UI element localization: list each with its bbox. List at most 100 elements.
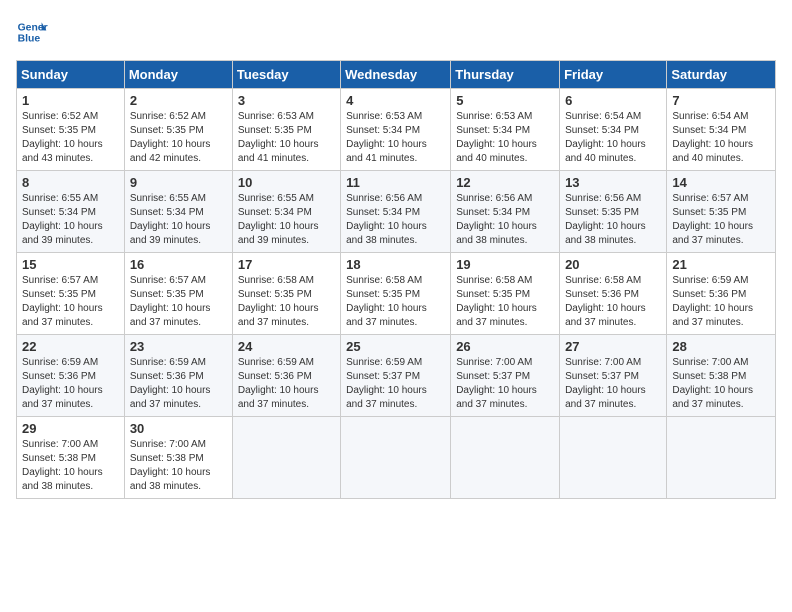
week-row-2: 8 Sunrise: 6:55 AMSunset: 5:34 PMDaylight… [17, 171, 776, 253]
calendar-cell: 29 Sunrise: 7:00 AMSunset: 5:38 PMDayligh… [17, 417, 125, 499]
week-row-3: 15 Sunrise: 6:57 AMSunset: 5:35 PMDayligh… [17, 253, 776, 335]
calendar-cell [232, 417, 340, 499]
page-header: General Blue [16, 16, 776, 48]
day-number: 22 [22, 339, 119, 354]
day-info: Sunrise: 6:54 AMSunset: 5:34 PMDaylight:… [565, 110, 661, 166]
day-info: Sunrise: 6:58 AMSunset: 5:35 PMDaylight:… [456, 274, 554, 330]
day-info: Sunrise: 6:59 AMSunset: 5:36 PMDaylight:… [22, 356, 119, 412]
day-number: 27 [565, 339, 661, 354]
day-number: 20 [565, 257, 661, 272]
header-wednesday: Wednesday [341, 61, 451, 89]
day-info: Sunrise: 6:55 AMSunset: 5:34 PMDaylight:… [22, 192, 119, 248]
calendar-cell: 6 Sunrise: 6:54 AMSunset: 5:34 PMDaylight… [560, 89, 667, 171]
calendar-cell: 21 Sunrise: 6:59 AMSunset: 5:36 PMDayligh… [667, 253, 776, 335]
calendar-cell [341, 417, 451, 499]
calendar-cell: 16 Sunrise: 6:57 AMSunset: 5:35 PMDayligh… [124, 253, 232, 335]
day-info: Sunrise: 6:53 AMSunset: 5:34 PMDaylight:… [346, 110, 445, 166]
day-number: 23 [130, 339, 227, 354]
day-info: Sunrise: 6:57 AMSunset: 5:35 PMDaylight:… [672, 192, 770, 248]
day-info: Sunrise: 6:56 AMSunset: 5:34 PMDaylight:… [346, 192, 445, 248]
calendar-cell: 26Sunrise: 7:00 AMSunset: 5:37 PMDayligh… [451, 335, 560, 417]
day-info: Sunrise: 6:54 AMSunset: 5:34 PMDaylight:… [672, 110, 770, 166]
calendar-cell: 12Sunrise: 6:56 AMSunset: 5:34 PMDayligh… [451, 171, 560, 253]
calendar-cell: 9Sunrise: 6:55 AMSunset: 5:34 PMDaylight… [124, 171, 232, 253]
header-sunday: Sunday [17, 61, 125, 89]
day-info: Sunrise: 7:00 AMSunset: 5:38 PMDaylight:… [130, 438, 227, 494]
calendar-cell: 10 Sunrise: 6:55 AMSunset: 5:34 PMDayligh… [232, 171, 340, 253]
calendar-cell: 11 Sunrise: 6:56 AMSunset: 5:34 PMDayligh… [341, 171, 451, 253]
day-number: 25 [346, 339, 445, 354]
calendar-cell: 24Sunrise: 6:59 AMSunset: 5:36 PMDayligh… [232, 335, 340, 417]
calendar-body: 1 Sunrise: 6:52 AMSunset: 5:35 PMDaylight… [17, 89, 776, 499]
day-info: Sunrise: 6:59 AMSunset: 5:36 PMDaylight:… [672, 274, 770, 330]
calendar-cell: 2 Sunrise: 6:52 AMSunset: 5:35 PMDaylight… [124, 89, 232, 171]
calendar-cell: 18 Sunrise: 6:58 AMSunset: 5:35 PMDayligh… [341, 253, 451, 335]
day-number: 12 [456, 175, 554, 190]
calendar-cell [451, 417, 560, 499]
day-info: Sunrise: 6:58 AMSunset: 5:35 PMDaylight:… [346, 274, 445, 330]
calendar-table: SundayMondayTuesdayWednesdayThursdayFrid… [16, 60, 776, 499]
day-info: Sunrise: 7:00 AMSunset: 5:37 PMDaylight:… [565, 356, 661, 412]
day-number: 11 [346, 175, 445, 190]
day-info: Sunrise: 6:58 AMSunset: 5:35 PMDaylight:… [238, 274, 335, 330]
day-info: Sunrise: 6:52 AMSunset: 5:35 PMDaylight:… [130, 110, 227, 166]
header-saturday: Saturday [667, 61, 776, 89]
day-info: Sunrise: 6:53 AMSunset: 5:34 PMDaylight:… [456, 110, 554, 166]
day-info: Sunrise: 7:00 AMSunset: 5:38 PMDaylight:… [672, 356, 770, 412]
day-info: Sunrise: 6:53 AMSunset: 5:35 PMDaylight:… [238, 110, 335, 166]
day-info: Sunrise: 7:00 AMSunset: 5:38 PMDaylight:… [22, 438, 119, 494]
header-friday: Friday [560, 61, 667, 89]
day-number: 15 [22, 257, 119, 272]
day-number: 13 [565, 175, 661, 190]
header-tuesday: Tuesday [232, 61, 340, 89]
day-number: 1 [22, 93, 119, 108]
day-info: Sunrise: 6:57 AMSunset: 5:35 PMDaylight:… [130, 274, 227, 330]
calendar-cell: 8 Sunrise: 6:55 AMSunset: 5:34 PMDaylight… [17, 171, 125, 253]
calendar-cell [560, 417, 667, 499]
day-number: 2 [130, 93, 227, 108]
day-number: 16 [130, 257, 227, 272]
header-monday: Monday [124, 61, 232, 89]
calendar-cell: 4 Sunrise: 6:53 AMSunset: 5:34 PMDaylight… [341, 89, 451, 171]
calendar-cell: 5 Sunrise: 6:53 AMSunset: 5:34 PMDaylight… [451, 89, 560, 171]
day-number: 10 [238, 175, 335, 190]
calendar-cell: 15Sunrise: 6:57 AMSunset: 5:35 PMDayligh… [17, 253, 125, 335]
calendar-cell: 23 Sunrise: 6:59 AMSunset: 5:36 PMDayligh… [124, 335, 232, 417]
calendar-cell: 13 Sunrise: 6:56 AMSunset: 5:35 PMDayligh… [560, 171, 667, 253]
day-number: 29 [22, 421, 119, 436]
calendar-cell: 27 Sunrise: 7:00 AMSunset: 5:37 PMDayligh… [560, 335, 667, 417]
day-info: Sunrise: 6:59 AMSunset: 5:36 PMDaylight:… [130, 356, 227, 412]
day-info: Sunrise: 7:00 AMSunset: 5:37 PMDaylight:… [456, 356, 554, 412]
day-number: 8 [22, 175, 119, 190]
day-number: 5 [456, 93, 554, 108]
day-number: 4 [346, 93, 445, 108]
day-number: 19 [456, 257, 554, 272]
logo: General Blue [16, 16, 52, 48]
calendar-cell: 1 Sunrise: 6:52 AMSunset: 5:35 PMDaylight… [17, 89, 125, 171]
week-row-5: 29 Sunrise: 7:00 AMSunset: 5:38 PMDayligh… [17, 417, 776, 499]
header-thursday: Thursday [451, 61, 560, 89]
day-number: 30 [130, 421, 227, 436]
day-number: 14 [672, 175, 770, 190]
day-info: Sunrise: 6:59 AMSunset: 5:37 PMDaylight:… [346, 356, 445, 412]
calendar-cell: 19 Sunrise: 6:58 AMSunset: 5:35 PMDayligh… [451, 253, 560, 335]
logo-icon: General Blue [16, 16, 48, 48]
day-number: 6 [565, 93, 661, 108]
calendar-cell: 25 Sunrise: 6:59 AMSunset: 5:37 PMDayligh… [341, 335, 451, 417]
day-number: 7 [672, 93, 770, 108]
day-number: 17 [238, 257, 335, 272]
day-number: 18 [346, 257, 445, 272]
week-row-1: 1 Sunrise: 6:52 AMSunset: 5:35 PMDaylight… [17, 89, 776, 171]
day-info: Sunrise: 6:55 AMSunset: 5:34 PMDaylight:… [238, 192, 335, 248]
calendar-cell [667, 417, 776, 499]
calendar-cell: 22 Sunrise: 6:59 AMSunset: 5:36 PMDayligh… [17, 335, 125, 417]
calendar-cell: 20 Sunrise: 6:58 AMSunset: 5:36 PMDayligh… [560, 253, 667, 335]
day-info: Sunrise: 6:59 AMSunset: 5:36 PMDaylight:… [238, 356, 335, 412]
day-number: 3 [238, 93, 335, 108]
calendar-cell: 3 Sunrise: 6:53 AMSunset: 5:35 PMDaylight… [232, 89, 340, 171]
day-number: 21 [672, 257, 770, 272]
day-info: Sunrise: 6:52 AMSunset: 5:35 PMDaylight:… [22, 110, 119, 166]
day-number: 9 [130, 175, 227, 190]
day-info: Sunrise: 6:58 AMSunset: 5:36 PMDaylight:… [565, 274, 661, 330]
day-info: Sunrise: 6:56 AMSunset: 5:35 PMDaylight:… [565, 192, 661, 248]
